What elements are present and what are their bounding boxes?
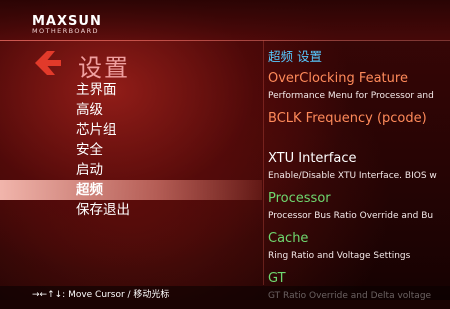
arrow-keys-icon: →←↑↓ bbox=[32, 290, 63, 300]
back-arrow-icon[interactable] bbox=[33, 50, 63, 76]
settings-entry-description: Processor Bus Ratio Override and Bu bbox=[268, 211, 434, 221]
settings-entry[interactable]: BCLK Frequency (pcode) bbox=[268, 109, 450, 149]
settings-entry-description: Ring Ratio and Voltage Settings bbox=[268, 251, 411, 261]
settings-entry[interactable]: Processor Processor Bus Ratio Override an… bbox=[268, 189, 450, 229]
menu-item-label: 高级 bbox=[76, 102, 103, 118]
settings-entry-title: OverClocking Feature bbox=[268, 71, 408, 86]
menu-item[interactable]: 安全 bbox=[0, 140, 262, 160]
navigation-hint: →←↑↓: Move Cursor / 移动光标 bbox=[32, 287, 169, 300]
settings-entry-title: Processor bbox=[268, 191, 331, 206]
menu-item-label: 启动 bbox=[76, 162, 103, 178]
settings-entry-title: Cache bbox=[268, 231, 309, 246]
menu-item-label: 芯片组 bbox=[76, 122, 117, 138]
menu-item-label: 超频 bbox=[76, 182, 103, 198]
settings-entry-title: XTU Interface bbox=[268, 151, 357, 166]
brand-subtitle: MOTHERBOARD bbox=[32, 27, 99, 35]
menu-item[interactable]: 保存退出 bbox=[0, 200, 262, 220]
menu-item-label: 安全 bbox=[76, 142, 103, 158]
menu-item[interactable]: 高级 bbox=[0, 100, 262, 120]
main-menu: 主界面高级芯片组安全启动超频保存退出 bbox=[0, 80, 262, 220]
panel-divider bbox=[263, 40, 264, 285]
navigation-hint-text: : Move Cursor / 移动光标 bbox=[62, 290, 170, 300]
menu-item[interactable]: 启动 bbox=[0, 160, 262, 180]
header-divider bbox=[0, 40, 450, 41]
menu-title: 设置 bbox=[78, 54, 130, 82]
settings-list: OverClocking Feature Performance Menu for… bbox=[268, 69, 450, 309]
settings-entry-description: Performance Menu for Processor and bbox=[268, 91, 434, 101]
menu-item-label: 保存退出 bbox=[76, 202, 130, 218]
settings-entry-description: Enable/Disable XTU Interface. BIOS w bbox=[268, 171, 437, 181]
settings-entry[interactable]: Cache Ring Ratio and Voltage Settings bbox=[268, 229, 450, 269]
menu-item[interactable]: 芯片组 bbox=[0, 120, 262, 140]
menu-item[interactable]: 超频 bbox=[0, 180, 262, 200]
menu-item[interactable]: 主界面 bbox=[0, 80, 262, 100]
settings-entry-title: BCLK Frequency (pcode) bbox=[268, 111, 427, 126]
panel-title: 超频 设置 bbox=[268, 49, 322, 64]
settings-entry[interactable]: OverClocking Feature Performance Menu for… bbox=[268, 69, 450, 109]
settings-entry[interactable]: XTU Interface Enable/Disable XTU Interfac… bbox=[268, 149, 450, 189]
menu-item-label: 主界面 bbox=[76, 82, 117, 98]
